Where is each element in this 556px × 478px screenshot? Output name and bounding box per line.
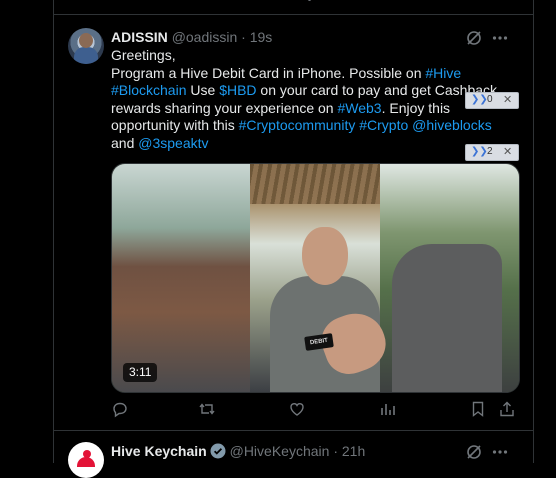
mention-link[interactable]: @3speaktv [138, 135, 208, 151]
text-segment: rewards sharing your experience on [111, 99, 338, 116]
extension-vote-widget[interactable]: ❯❯ 2 ✕ [465, 144, 519, 161]
retweet-icon[interactable] [198, 400, 218, 420]
tweet-text-line: opportunity with this #Cryptocommunity #… [111, 117, 511, 135]
extension-vote-widget[interactable]: ❯❯ 0 ✕ [465, 92, 519, 109]
bookmark-icon[interactable] [469, 400, 489, 420]
close-icon[interactable]: ✕ [503, 145, 512, 158]
more-icon[interactable] [491, 29, 509, 47]
avatar[interactable] [68, 28, 104, 64]
heart-icon[interactable] [288, 400, 308, 420]
mention-link[interactable]: @hiveblocks [412, 117, 492, 133]
timeline-column: ADISSIN @oadissin · 19s Greetings, Progra… [53, 0, 534, 478]
tweet-header: ADISSIN @oadissin · 19s [111, 29, 521, 49]
cashtag-link[interactable]: $HBD [219, 82, 256, 98]
grok-icon[interactable] [465, 443, 483, 461]
text-segment: Greetings, [111, 47, 176, 63]
more-icon[interactable] [491, 443, 509, 461]
video-player[interactable]: DEBIT 3:11 [111, 163, 520, 393]
tweet-text: Greetings, Program a Hive Debit Card in i… [111, 47, 511, 153]
previous-tweet-edge [54, 0, 533, 15]
hashtag-link[interactable]: #Web3 [337, 100, 381, 116]
text-segment: and [111, 134, 139, 151]
close-icon[interactable]: ✕ [503, 93, 512, 106]
separator-dot [308, 0, 311, 1]
video-frame-left [112, 164, 250, 392]
double-chevron-icon[interactable]: ❯❯ [471, 146, 488, 157]
timestamp[interactable]: 21h [342, 443, 365, 459]
tweet[interactable]: Hive Keychain @HiveKeychain · 21h [54, 431, 533, 478]
verified-badge-icon [210, 443, 226, 459]
hashtag-link[interactable]: #Blockchain [111, 82, 187, 98]
tweet-text-line: Greetings, [111, 47, 511, 65]
tweet-text-line: rewards sharing your experience on #Web3… [111, 100, 511, 118]
vote-count: 0 [487, 94, 493, 105]
user-handle[interactable]: @oadissin [172, 29, 238, 45]
grok-icon[interactable] [465, 29, 483, 47]
text-segment: . Enjoy this [381, 99, 451, 116]
tweet[interactable]: ADISSIN @oadissin · 19s Greetings, Progra… [54, 15, 533, 431]
text-segment: Use [186, 82, 220, 99]
hashtag-link[interactable]: #Crypto [359, 117, 408, 133]
user-handle[interactable]: @HiveKeychain [230, 443, 330, 459]
display-name[interactable]: ADISSIN [111, 29, 168, 45]
tweet-text-line: Program a Hive Debit Card in iPhone. Pos… [111, 65, 511, 83]
views-icon[interactable] [379, 400, 399, 420]
tweet-text-line: and @3speaktv [111, 135, 511, 153]
separator: · [333, 443, 338, 459]
reply-icon[interactable] [111, 400, 131, 420]
avatar[interactable] [68, 442, 104, 478]
text-segment: Program a Hive Debit Card in iPhone. Pos… [111, 64, 426, 81]
separator: · [241, 29, 246, 45]
double-chevron-icon[interactable]: ❯❯ [471, 94, 488, 105]
tweet-header: Hive Keychain @HiveKeychain · 21h [111, 443, 521, 463]
text-segment: opportunity with this [111, 117, 239, 134]
display-name[interactable]: Hive Keychain [111, 443, 207, 459]
hashtag-link[interactable]: #Cryptocommunity [239, 117, 356, 133]
hashtag-link[interactable]: #Hive [425, 65, 461, 81]
video-duration: 3:11 [123, 363, 158, 382]
timestamp[interactable]: 19s [250, 29, 273, 45]
vote-count: 2 [487, 146, 493, 157]
tweet-text-line: #Blockchain Use $HBD on your card to pay… [111, 82, 511, 100]
tweet-actions [111, 400, 519, 422]
text-segment: on your card to pay and get Cashback [256, 82, 498, 99]
share-icon[interactable] [498, 400, 518, 420]
